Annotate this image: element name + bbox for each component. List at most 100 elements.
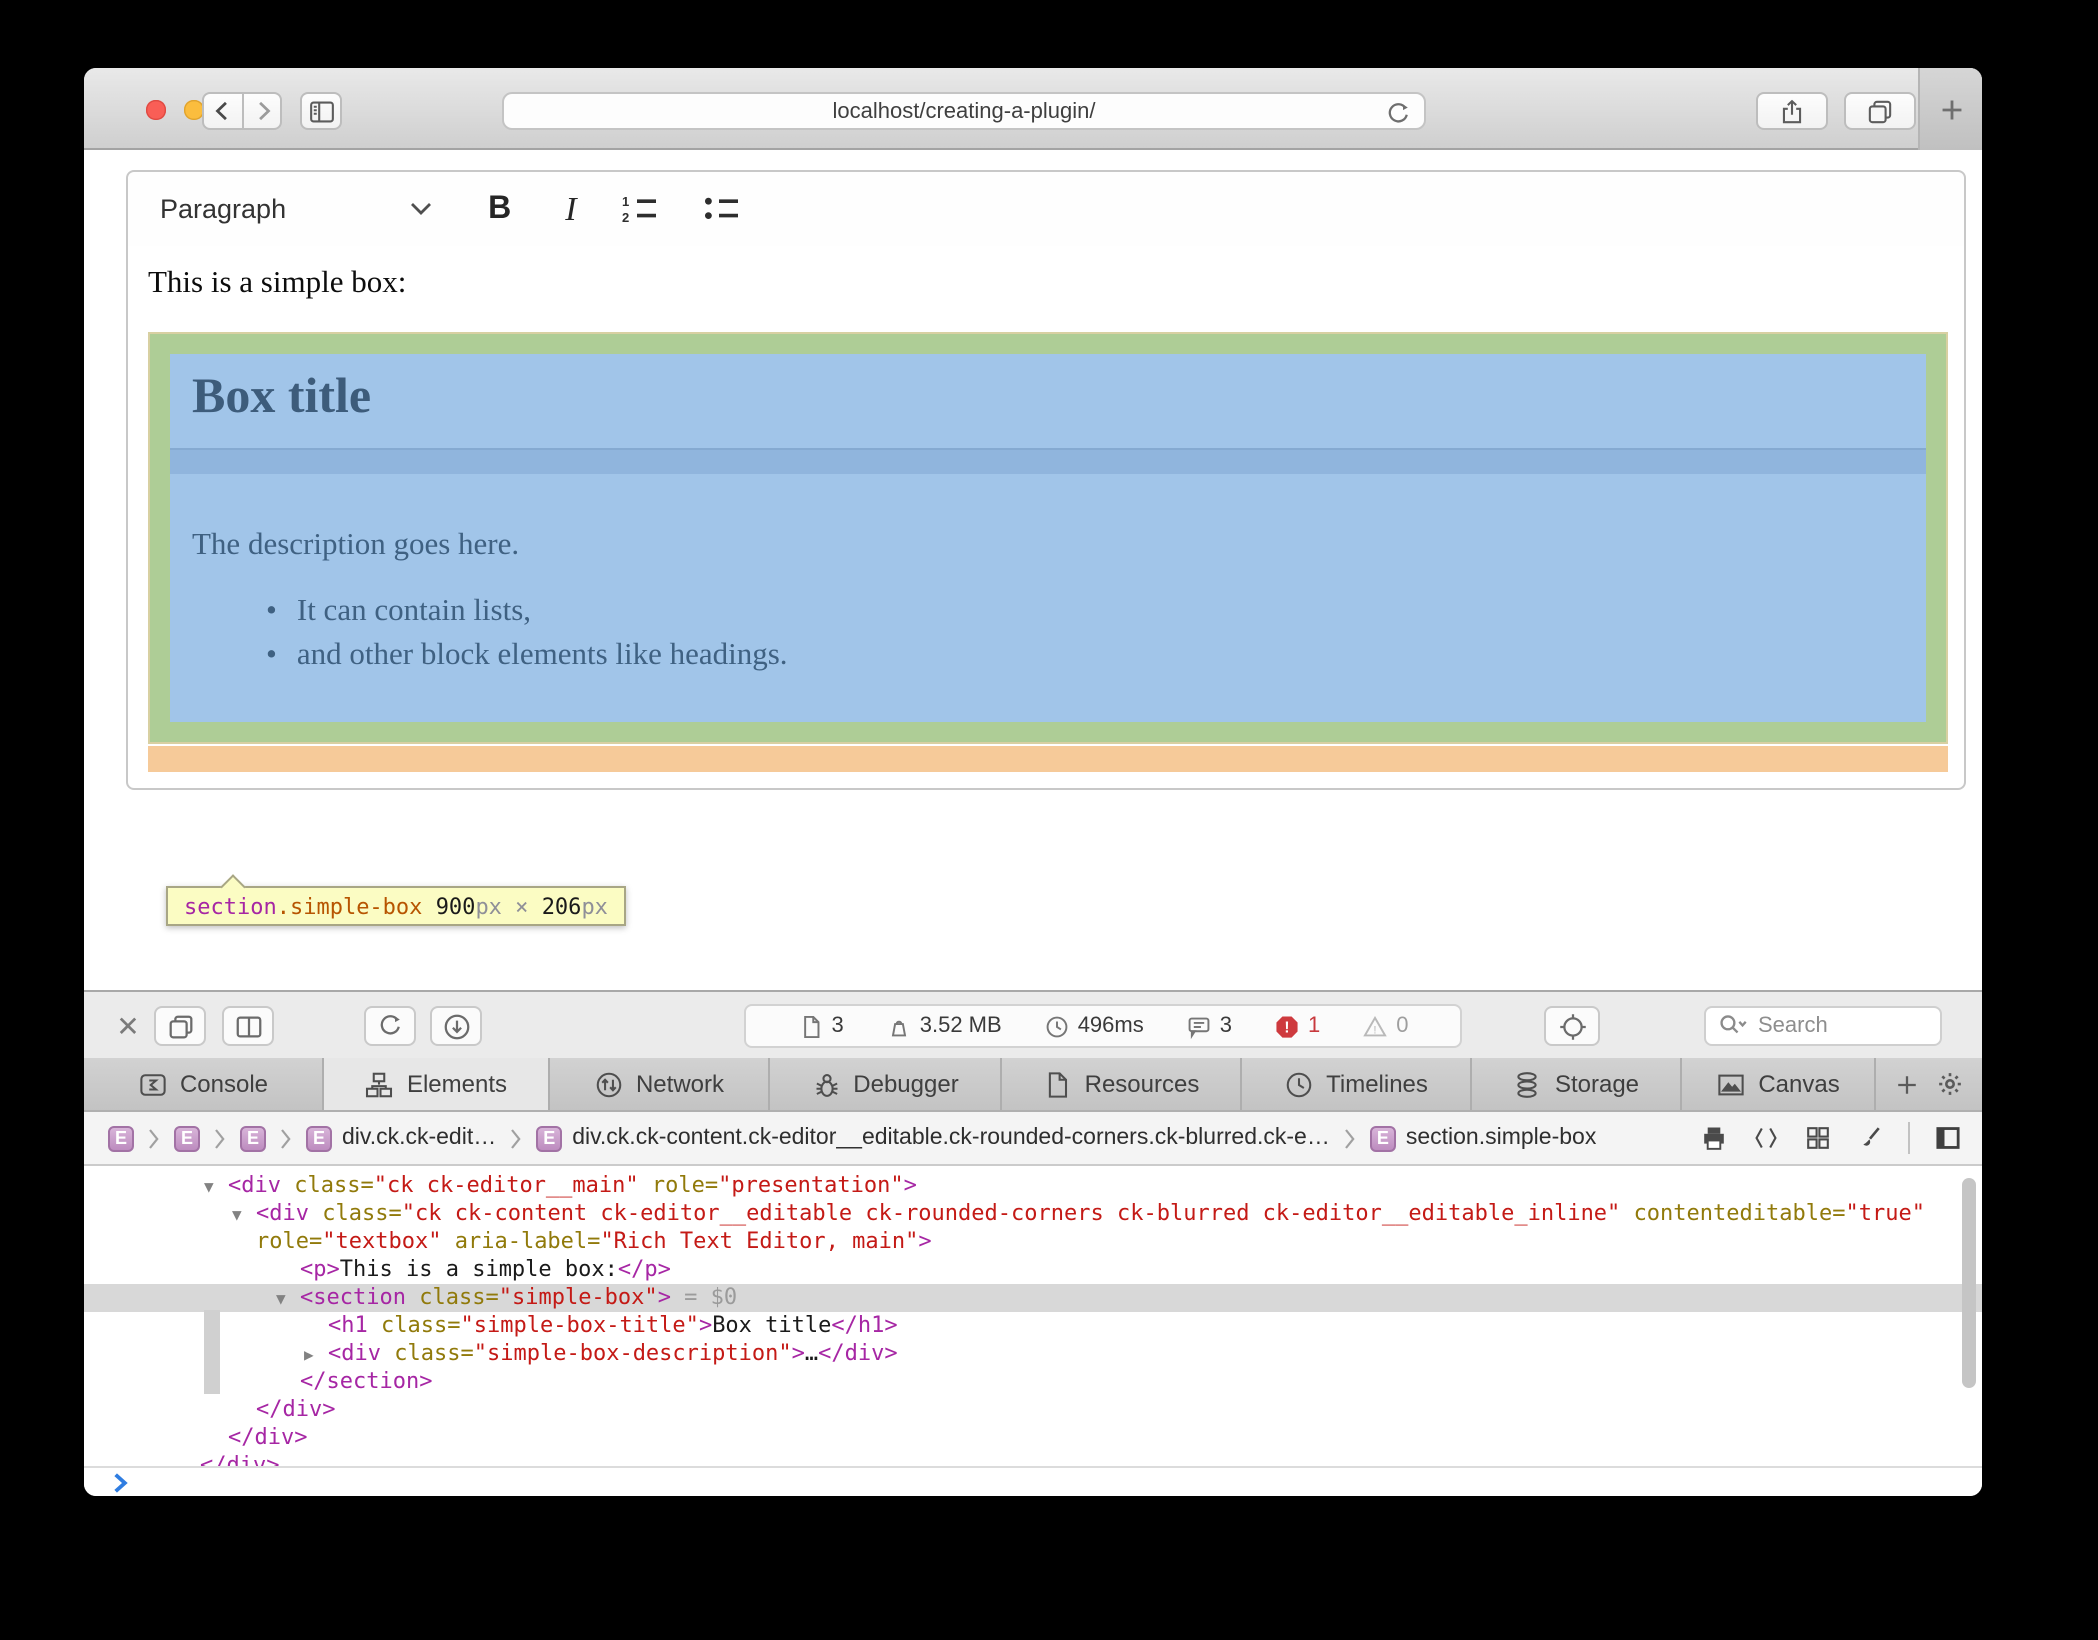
dom-token: "simple-box-description" — [474, 1340, 792, 1366]
chevron-right-icon — [510, 1127, 522, 1149]
close-window-button[interactable] — [146, 100, 165, 119]
breadcrumb-item-selected[interactable]: Esection.simple-box — [1370, 1125, 1596, 1151]
log-count-badge[interactable]: 3 — [1186, 1013, 1232, 1039]
tab-console[interactable]: Console — [84, 1058, 324, 1110]
breadcrumb-item[interactable]: E — [108, 1125, 134, 1151]
canvas-image-icon — [1716, 1069, 1746, 1099]
load-time-badge[interactable]: 496ms — [1044, 1013, 1144, 1039]
share-button[interactable] — [1756, 92, 1828, 130]
forward-button[interactable] — [242, 92, 282, 130]
search-input[interactable] — [1758, 1013, 1918, 1037]
list-item: and other block elements like headings. — [266, 638, 1926, 674]
dom-tree-row[interactable]: ▼<div class="ck ck-content ck-editor__ed… — [84, 1200, 1982, 1228]
dom-tree-row[interactable]: ▶<div class="simple-box-description">…</… — [84, 1340, 1982, 1368]
paragraph-dropdown[interactable]: Paragraph — [160, 194, 286, 224]
dom-token — [441, 1228, 454, 1254]
console-prompt[interactable] — [84, 1466, 1982, 1496]
dom-tree-row[interactable]: </div> — [84, 1424, 1982, 1452]
dom-token — [639, 1172, 652, 1198]
chevron-right-icon — [214, 1127, 226, 1149]
browser-toolbar: localhost/creating-a-plugin/ — [84, 68, 1982, 150]
crosshair-icon — [1557, 1011, 1587, 1041]
dom-tree-row[interactable]: </section> — [84, 1368, 1982, 1396]
tab-label: Resources — [1085, 1070, 1200, 1098]
tab-resources[interactable]: Resources — [1002, 1058, 1242, 1110]
sidebar-toggle-button[interactable] — [300, 92, 342, 130]
element-badge: E — [240, 1125, 266, 1151]
intro-paragraph: This is a simple box: — [148, 266, 406, 302]
dom-token: <section — [300, 1284, 419, 1310]
inspector-reload-button[interactable] — [364, 1006, 416, 1046]
url-field[interactable]: localhost/creating-a-plugin/ — [502, 92, 1426, 130]
minimize-window-button[interactable] — [184, 100, 203, 119]
paintbrush-icon[interactable] — [1856, 1124, 1884, 1152]
detach-button[interactable] — [154, 1006, 206, 1046]
dock-side-button[interactable] — [222, 1006, 274, 1046]
dom-tree-row[interactable]: ▼<div class="ck ck-editor__main" role="p… — [84, 1172, 1982, 1200]
dom-tree-row[interactable]: <h1 class="simple-box-title">Box title</… — [84, 1312, 1982, 1340]
error-count-badge[interactable]: ! 1 — [1274, 1013, 1320, 1039]
reload-button[interactable] — [1384, 99, 1412, 127]
page-weight-badge[interactable]: 3.52 MB — [886, 1013, 1002, 1039]
dom-token: </div> — [818, 1340, 898, 1366]
element-picker-button[interactable] — [1544, 1006, 1600, 1046]
element-badge: E — [108, 1125, 134, 1151]
inspector-search[interactable] — [1704, 1005, 1942, 1045]
code-brackets-icon[interactable] — [1752, 1124, 1780, 1152]
chevron-down-icon[interactable] — [410, 202, 432, 216]
dom-tree-row[interactable]: </div> — [84, 1396, 1982, 1424]
dom-token: This is a simple box: — [340, 1256, 618, 1282]
description-list: It can contain lists, and other block el… — [266, 594, 1926, 674]
warning-count-badge[interactable]: ! 0 — [1362, 1013, 1408, 1039]
resource-count-badge[interactable]: 3 — [798, 1013, 844, 1039]
breadcrumb-item[interactable]: E — [174, 1125, 200, 1151]
dom-scrollbar[interactable] — [1962, 1178, 1976, 1388]
download-button[interactable] — [430, 1006, 482, 1046]
storage-database-icon — [1513, 1069, 1543, 1099]
dom-tree-row[interactable]: role="textbox" aria-label="Rich Text Edi… — [84, 1228, 1982, 1256]
dom-token: > — [699, 1312, 712, 1338]
dom-token: … — [805, 1340, 818, 1366]
tab-timelines[interactable]: Timelines — [1242, 1058, 1472, 1110]
numbered-list-button[interactable]: 12 — [623, 194, 659, 224]
breadcrumb-item[interactable]: E — [240, 1125, 266, 1151]
italic-button[interactable]: I — [565, 189, 576, 229]
tab-elements[interactable]: Elements — [324, 1058, 550, 1110]
print-icon[interactable] — [1700, 1124, 1728, 1152]
dom-token: class= — [419, 1284, 499, 1310]
grid-icon[interactable] — [1804, 1124, 1832, 1152]
dom-token: "ck ck-content ck-editor__editable ck-ro… — [402, 1200, 1621, 1226]
breadcrumb-item[interactable]: Ediv.ck.ck-edit… — [306, 1125, 496, 1151]
warning-icon: ! — [1362, 1013, 1388, 1039]
divider — [1908, 1122, 1910, 1154]
dom-token: </div> — [256, 1396, 336, 1422]
tab-debugger[interactable]: Debugger — [770, 1058, 1002, 1110]
tab-network[interactable]: Network — [550, 1058, 770, 1110]
add-tab-icon[interactable] — [1893, 1071, 1919, 1097]
dom-tree-row[interactable]: </div> — [84, 1452, 1982, 1466]
dom-tree-row[interactable]: ▼<section class="simple-box"> = $0 — [84, 1284, 1982, 1312]
details-sidebar-toggle-icon[interactable] — [1934, 1124, 1962, 1152]
show-tabs-button[interactable] — [1844, 92, 1916, 130]
new-tab-button[interactable] — [1918, 68, 1982, 150]
editor-editable-area[interactable]: This is a simple box: Box title The desc… — [126, 246, 1966, 790]
back-button[interactable] — [202, 92, 242, 130]
tab-canvas[interactable]: Canvas — [1682, 1058, 1876, 1110]
svg-text:2: 2 — [623, 210, 630, 224]
gear-icon[interactable] — [1937, 1070, 1965, 1098]
tab-storage[interactable]: Storage — [1472, 1058, 1682, 1110]
breadcrumb-item[interactable]: Ediv.ck.ck-content.ck-editor__editable.c… — [536, 1125, 1330, 1151]
bold-button[interactable]: B — [488, 191, 511, 227]
dom-token: class= — [294, 1172, 374, 1198]
close-inspector-button[interactable]: ✕ — [112, 1006, 144, 1046]
dom-token: class= — [394, 1340, 474, 1366]
web-inspector: ✕ 3 — [84, 990, 1982, 1496]
dom-token: <p> — [300, 1256, 340, 1282]
resource-badges: 3 3.52 MB 496ms 3 ! — [744, 1004, 1462, 1048]
list-item: It can contain lists, — [266, 594, 1926, 630]
forward-icon — [249, 98, 275, 124]
dom-tree-row[interactable]: <p>This is a simple box:</p> — [84, 1256, 1982, 1284]
bulleted-list-button[interactable] — [705, 194, 741, 224]
breadcrumb-label: section.simple-box — [1406, 1126, 1596, 1150]
selected-subtree-gutter — [204, 1310, 220, 1394]
